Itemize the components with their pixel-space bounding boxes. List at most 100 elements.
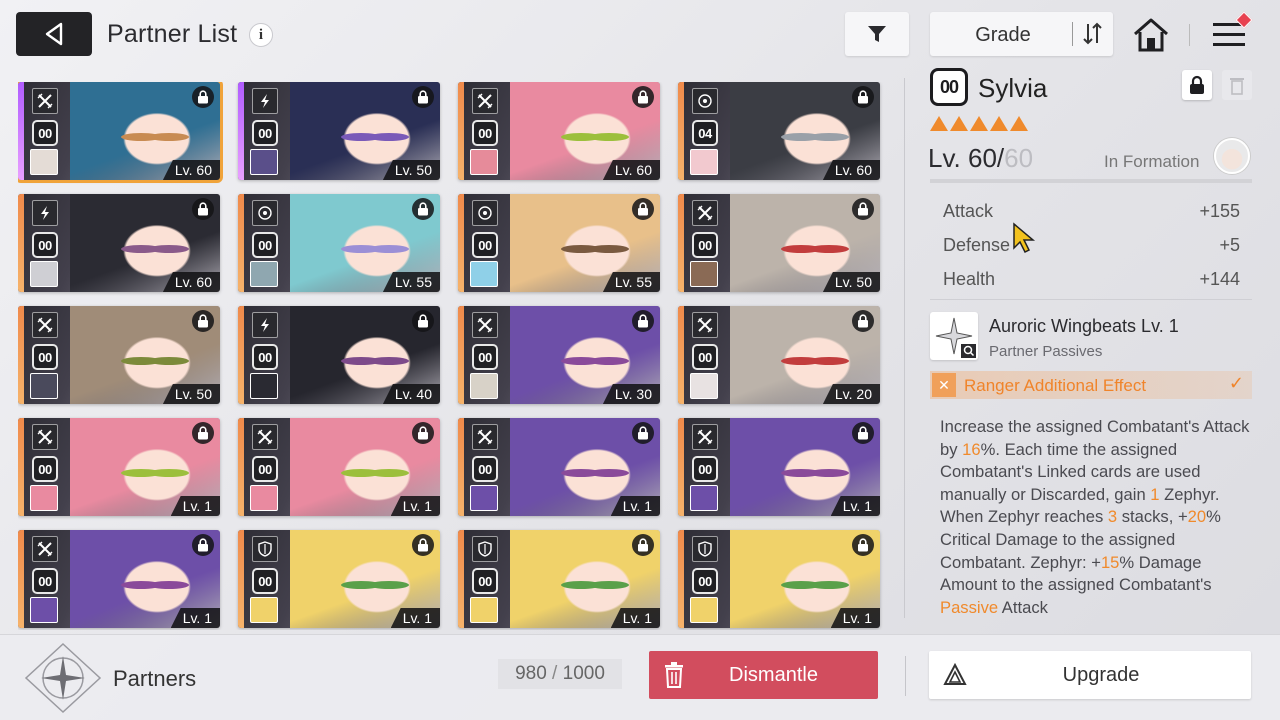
ranger-icon bbox=[692, 424, 718, 450]
rarity-stripe bbox=[18, 194, 24, 292]
rarity-stripe bbox=[678, 194, 684, 292]
partner-card[interactable]: 00 Lv. 30 bbox=[458, 306, 660, 404]
header-divider bbox=[1189, 24, 1190, 46]
lock-icon[interactable] bbox=[852, 86, 874, 108]
partner-card[interactable]: 04 Lv. 60 bbox=[678, 82, 880, 180]
lock-icon[interactable] bbox=[192, 534, 214, 556]
combatant-avatar bbox=[470, 485, 498, 511]
card-level: Lv. 60 bbox=[822, 160, 880, 180]
check-icon: ✓ bbox=[1228, 373, 1244, 393]
partner-grid: 00 Lv. 60 00 Lv. 50 00 Lv. 60 04 Lv. 60 00 Lv. 60… bbox=[18, 82, 884, 630]
partner-card[interactable]: 00 Lv. 1 bbox=[18, 530, 220, 628]
rarity-stripe bbox=[18, 418, 24, 516]
lock-icon[interactable] bbox=[412, 534, 434, 556]
partner-card[interactable]: 00 Lv. 1 bbox=[458, 418, 660, 516]
panel-divider bbox=[904, 78, 905, 618]
grade-badge: 00 bbox=[32, 456, 58, 482]
partners-emblem-icon bbox=[24, 642, 102, 714]
filter-button[interactable] bbox=[845, 12, 909, 56]
combatant-avatar bbox=[690, 373, 718, 399]
grade-badge: 00 bbox=[32, 568, 58, 594]
stat-value: +144 bbox=[1199, 268, 1240, 289]
lock-icon[interactable] bbox=[852, 534, 874, 556]
lock-button[interactable] bbox=[1182, 70, 1212, 100]
ranger-icon bbox=[32, 312, 58, 338]
combatant-avatar bbox=[690, 149, 718, 175]
combatant-avatar bbox=[470, 261, 498, 287]
grade-badge: 00 bbox=[472, 456, 498, 482]
card-level: Lv. 50 bbox=[822, 272, 880, 292]
lock-icon[interactable] bbox=[192, 86, 214, 108]
rarity-stripe bbox=[18, 306, 24, 404]
lock-icon[interactable] bbox=[852, 310, 874, 332]
home-icon[interactable] bbox=[1131, 16, 1171, 54]
partner-card[interactable]: 00 Lv. 1 bbox=[238, 530, 440, 628]
partner-card[interactable]: 00 Lv. 60 bbox=[458, 82, 660, 180]
skill-icon[interactable] bbox=[930, 312, 978, 360]
lock-icon[interactable] bbox=[852, 198, 874, 220]
stats-divider bbox=[930, 299, 1252, 300]
card-level: Lv. 20 bbox=[822, 384, 880, 404]
highlight-value: 15 bbox=[1100, 552, 1120, 572]
sort-direction-icon[interactable] bbox=[1078, 21, 1108, 47]
lock-icon[interactable] bbox=[412, 310, 434, 332]
grade-badge: 04 bbox=[692, 120, 718, 146]
target-icon bbox=[252, 200, 278, 226]
ranger-icon bbox=[472, 424, 498, 450]
rarity-stripe bbox=[458, 306, 464, 404]
partner-card[interactable]: 00 Lv. 55 bbox=[458, 194, 660, 292]
partner-card[interactable]: 00 Lv. 1 bbox=[678, 530, 880, 628]
rarity-stripe bbox=[238, 194, 244, 292]
combatant-avatar bbox=[250, 149, 278, 175]
level-current: Lv. 60/ bbox=[928, 143, 1005, 173]
dismantle-button[interactable]: Dismantle bbox=[649, 651, 878, 699]
lock-icon[interactable] bbox=[412, 422, 434, 444]
partner-card[interactable]: 00 Lv. 1 bbox=[18, 418, 220, 516]
level-max: 60 bbox=[1004, 143, 1034, 173]
partner-card[interactable]: 00 Lv. 40 bbox=[238, 306, 440, 404]
stat-defense: Defense +5 bbox=[930, 228, 1252, 262]
partner-card[interactable]: 00 Lv. 60 bbox=[18, 194, 220, 292]
rarity-stripe bbox=[458, 82, 464, 180]
partner-card[interactable]: 00 Lv. 20 bbox=[678, 306, 880, 404]
lock-icon[interactable] bbox=[632, 422, 654, 444]
partner-name: Sylvia bbox=[978, 73, 1048, 103]
partner-card[interactable]: 00 Lv. 1 bbox=[458, 530, 660, 628]
lock-icon[interactable] bbox=[632, 86, 654, 108]
partner-card[interactable]: 00 Lv. 60 bbox=[18, 82, 223, 183]
ranger-effect-label: Ranger Additional Effect bbox=[964, 376, 1147, 395]
combatant-avatar bbox=[470, 373, 498, 399]
lock-icon[interactable] bbox=[192, 310, 214, 332]
star-icon bbox=[970, 116, 988, 131]
info-icon[interactable]: i bbox=[249, 23, 273, 47]
partner-card[interactable]: 00 Lv. 55 bbox=[238, 194, 440, 292]
partner-level: Lv. 60/60 bbox=[928, 143, 1033, 174]
rarity-stripe bbox=[238, 530, 244, 628]
discard-button[interactable] bbox=[1222, 70, 1252, 100]
partner-card[interactable]: 00 Lv. 50 bbox=[238, 82, 440, 180]
grade-badge: 00 bbox=[32, 232, 58, 258]
partner-card[interactable]: 00 Lv. 50 bbox=[18, 306, 220, 404]
partner-card[interactable]: 00 Lv. 1 bbox=[678, 418, 880, 516]
partner-card[interactable]: 00 Lv. 50 bbox=[678, 194, 880, 292]
partner-card[interactable]: 00 Lv. 1 bbox=[238, 418, 440, 516]
card-level: Lv. 60 bbox=[602, 160, 660, 180]
sort-dropdown[interactable]: Grade bbox=[930, 12, 1113, 56]
lock-icon[interactable] bbox=[632, 310, 654, 332]
lock-icon[interactable] bbox=[412, 86, 434, 108]
skill-type: Partner Passives bbox=[989, 343, 1103, 360]
upgrade-button[interactable]: Upgrade bbox=[929, 651, 1251, 699]
formation-avatar[interactable] bbox=[1214, 138, 1250, 174]
combatant-avatar bbox=[30, 485, 58, 511]
lock-icon[interactable] bbox=[192, 422, 214, 444]
upgrade-label: Upgrade bbox=[1062, 664, 1140, 686]
lock-icon[interactable] bbox=[192, 198, 214, 220]
lock-icon[interactable] bbox=[632, 198, 654, 220]
lock-icon[interactable] bbox=[632, 534, 654, 556]
back-button[interactable] bbox=[16, 12, 92, 56]
lock-icon[interactable] bbox=[412, 198, 434, 220]
sort-divider bbox=[1072, 22, 1073, 46]
stat-label: Health bbox=[943, 268, 996, 289]
lock-icon[interactable] bbox=[852, 422, 874, 444]
rarity-stripe bbox=[458, 418, 464, 516]
